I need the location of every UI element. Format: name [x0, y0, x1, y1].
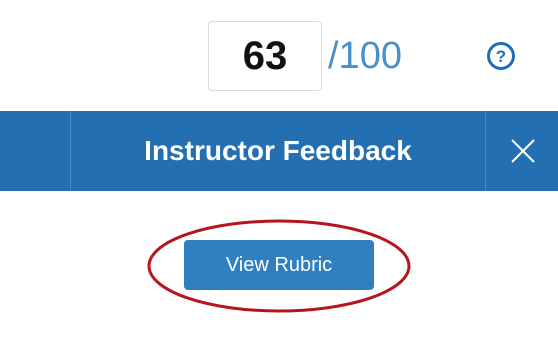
feedback-header-bar: Instructor Feedback	[0, 111, 558, 191]
help-glyph: ?	[495, 46, 507, 66]
close-button[interactable]	[485, 111, 558, 191]
view-rubric-button[interactable]: View Rubric	[184, 240, 374, 290]
question-circle-icon[interactable]: ?	[487, 42, 515, 70]
page: 63 /100 ? Instructor Feedback View Rubri…	[0, 0, 558, 338]
instructor-feedback-title: Instructor Feedback	[144, 135, 412, 166]
score-total: /100	[328, 35, 402, 77]
close-icon	[510, 139, 535, 163]
header-left-segment	[0, 111, 71, 191]
score-value: 63	[242, 33, 288, 78]
score-input[interactable]: 63	[208, 21, 322, 91]
